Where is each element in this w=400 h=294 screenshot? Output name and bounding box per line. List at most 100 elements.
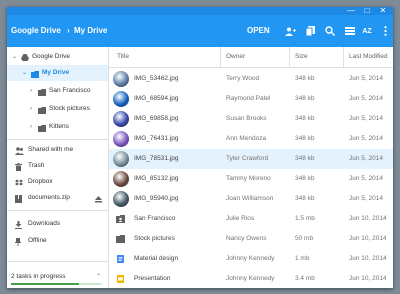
file-name: IMG_78531.jpg	[134, 155, 179, 162]
sidebar-item-documents-zip[interactable]: documents.zip	[7, 190, 108, 206]
file-owner: Joan Williamson	[226, 195, 274, 202]
chevron-right-icon[interactable]: ›	[30, 119, 32, 135]
tasks-progress-bar	[11, 283, 101, 285]
minimize-button[interactable]: —	[345, 7, 357, 15]
file-date: Jun 10, 2014	[349, 235, 387, 242]
file-owner: Ann Mendoza	[226, 135, 267, 142]
column-divider[interactable]	[343, 47, 344, 67]
sidebar-label-documents-zip: documents.zip	[28, 194, 70, 201]
tasks-status[interactable]: 2 tasks in progress	[11, 273, 66, 280]
file-date: Jun 5, 2014	[349, 75, 383, 82]
sidebar-item-trash[interactable]: Trash	[7, 158, 108, 174]
file-name: IMG_85132.jpg	[134, 175, 179, 182]
image-thumbnail	[113, 71, 129, 87]
sidebar-item-my-drive[interactable]: ⌄ My Drive	[7, 65, 108, 81]
chevron-right-icon[interactable]: ›	[30, 101, 32, 117]
file-size: 3.4 mb	[295, 275, 315, 282]
file-size: 1 mb	[295, 255, 310, 262]
sort-az-icon[interactable]: AZ	[361, 25, 373, 37]
table-row[interactable]: IMG_53462.jpg Terry Wood 348 kb Jun 5, 2014	[109, 69, 393, 89]
maximize-button[interactable]: □	[361, 7, 373, 15]
table-row[interactable]: Stock pictures Nancy Owens 50 mb Jun 10, 20…	[109, 229, 393, 249]
file-owner: Johnny Kennedy	[226, 275, 275, 282]
table-row[interactable]: San Francisco Julie Rios 1.5 mb Jun 10, 201…	[109, 209, 393, 229]
more-vert-icon[interactable]	[379, 25, 391, 37]
sidebar-divider	[7, 139, 108, 140]
file-owner: Julie Rios	[226, 215, 255, 222]
file-size: 348 kb	[295, 175, 315, 182]
file-name: Material design	[134, 255, 179, 262]
file-name: Stock pictures	[134, 235, 175, 242]
sidebar-label-offline: Offline	[28, 237, 47, 244]
sidebar-item-dropbox[interactable]: Dropbox	[7, 174, 108, 190]
sidebar-item-offline[interactable]: Offline	[7, 233, 108, 249]
search-icon[interactable]	[324, 25, 336, 37]
open-button[interactable]: OPEN	[247, 15, 270, 47]
table-row[interactable]: IMG_68594.jpg Raymond Patel 348 kb Jun 5, 2…	[109, 89, 393, 109]
file-owner: Tyler Crawford	[226, 155, 269, 162]
file-size: 348 kb	[295, 155, 315, 162]
file-name: IMG_95940.jpg	[134, 195, 179, 202]
column-header-title[interactable]: Title	[117, 47, 129, 67]
file-date: Jun 10, 2014	[349, 215, 387, 222]
image-thumbnail	[113, 91, 129, 107]
file-owner: Terry Wood	[226, 75, 260, 82]
breadcrumb-my-drive[interactable]: My Drive	[74, 15, 107, 47]
sidebar-item-downloads[interactable]: Downloads	[7, 216, 108, 232]
sidebar-label-trash: Trash	[28, 162, 45, 169]
column-header-last-modified[interactable]: Last Modified	[349, 47, 388, 67]
copy-icon[interactable]	[304, 25, 316, 37]
people-icon	[15, 146, 24, 155]
column-divider[interactable]	[220, 47, 221, 67]
tasks-progress-fill	[11, 283, 79, 285]
table-row[interactable]: IMG_95940.jpg Joan Williamson 348 kb Jun 5,…	[109, 189, 393, 209]
dropbox-icon	[15, 178, 23, 186]
file-name: San Francisco	[134, 215, 176, 222]
column-header-owner[interactable]: Owner	[226, 47, 245, 67]
image-thumbnail	[113, 131, 129, 147]
header-divider	[109, 67, 393, 68]
sidebar-label-san-francisco: San Francisco	[49, 87, 91, 94]
file-date: Jun 5, 2014	[349, 135, 383, 142]
sidebar-item-google-drive[interactable]: ⌄ Google Drive	[7, 49, 108, 65]
file-owner: Susan Brooks	[226, 115, 267, 122]
column-header-size[interactable]: Size	[295, 47, 308, 67]
chevron-down-icon[interactable]: ⌄	[96, 270, 101, 277]
breadcrumb-google-drive[interactable]: Google Drive	[11, 15, 61, 47]
slides-icon	[117, 275, 124, 283]
table-row[interactable]: IMG_78531.jpg Tyler Crawford 348 kb Jun 5, …	[109, 149, 393, 169]
table-row[interactable]: IMG_85132.jpg Tammy Moreno 348 kb Jun 5, 20…	[109, 169, 393, 189]
breadcrumb-separator: ›	[67, 26, 70, 35]
eject-icon[interactable]	[95, 194, 103, 203]
share-icon[interactable]	[284, 25, 296, 37]
column-divider[interactable]	[289, 47, 290, 67]
table-row[interactable]: Presentation Johnny Kennedy 3.4 mb Jun 10, …	[109, 269, 393, 288]
sidebar-divider	[7, 261, 108, 262]
sidebar-item-kittens[interactable]: › Kittens	[7, 119, 108, 135]
image-thumbnail	[113, 151, 129, 167]
file-owner: Johnny Kennedy	[226, 255, 275, 262]
file-size: 1.5 mb	[295, 215, 315, 222]
file-name: IMG_76431.jpg	[134, 135, 179, 142]
table-row[interactable]: IMG_76431.jpg Ann Mendoza 348 kb Jun 5, 201…	[109, 129, 393, 149]
image-thumbnail	[113, 111, 129, 127]
sidebar-item-san-francisco[interactable]: › San Francisco	[7, 83, 108, 99]
file-size: 348 kb	[295, 95, 315, 102]
sidebar-label-downloads: Downloads	[28, 220, 61, 227]
sidebar-item-shared-with-me[interactable]: Shared with me	[7, 142, 108, 158]
view-list-icon[interactable]	[344, 25, 356, 37]
sidebar-item-stock-pictures[interactable]: › Stock pictures	[7, 101, 108, 117]
file-date: Jun 5, 2014	[349, 175, 383, 182]
chevron-right-icon[interactable]: ›	[30, 83, 32, 99]
download-icon	[15, 220, 23, 229]
chevron-down-icon[interactable]: ⌄	[22, 65, 27, 81]
chevron-down-icon[interactable]: ⌄	[12, 49, 17, 65]
table-row[interactable]: Material design Johnny Kennedy 1 mb Jun 10,…	[109, 249, 393, 269]
file-date: Jun 5, 2014	[349, 95, 383, 102]
file-date: Jun 10, 2014	[349, 255, 387, 262]
close-button[interactable]: ✕	[377, 7, 389, 15]
file-size: 348 kb	[295, 195, 315, 202]
sidebar-label-my-drive: My Drive	[42, 69, 70, 76]
table-row[interactable]: IMG_69858.jpg Susan Brooks 348 kb Jun 5, 20…	[109, 109, 393, 129]
folder-icon	[38, 87, 46, 96]
